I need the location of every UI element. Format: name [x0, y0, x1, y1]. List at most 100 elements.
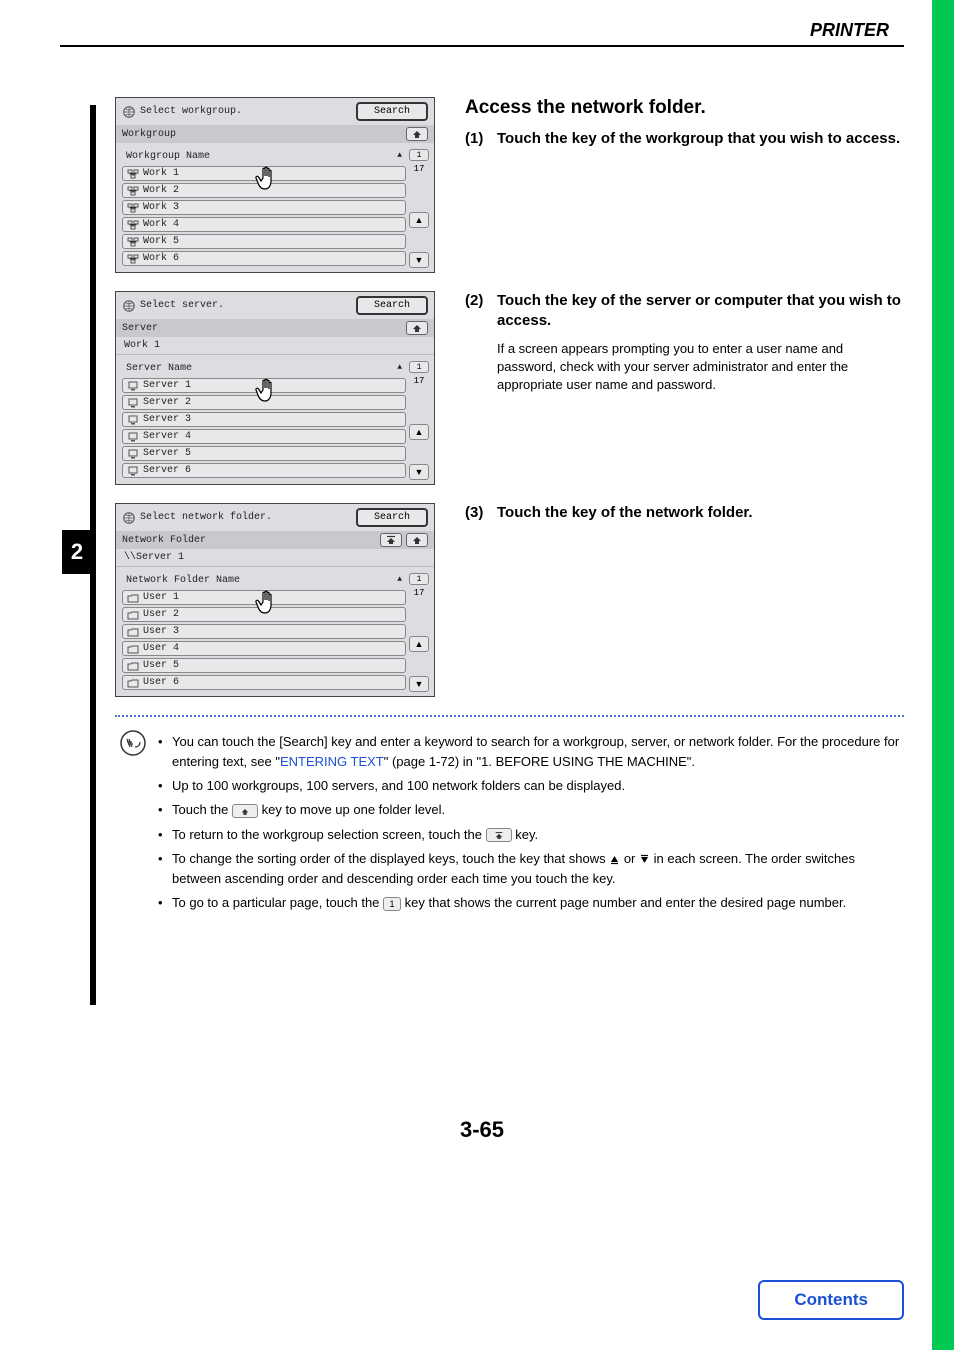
breadcrumb-path: Work 1 [116, 337, 434, 355]
page-total: 17 [414, 164, 425, 174]
up-top-button[interactable] [380, 533, 402, 547]
server-icon [127, 432, 139, 442]
scroll-down-button[interactable]: ▼ [409, 464, 429, 480]
scroll-up-button[interactable]: ▲ [409, 636, 429, 652]
folder-icon [127, 678, 139, 688]
vertical-bar [90, 105, 96, 1005]
search-button[interactable]: Search [356, 508, 428, 527]
list-item[interactable]: Server 2 [122, 395, 406, 410]
workgroup-screen: Select workgroup. Search Workgroup Workg… [115, 97, 435, 273]
item-label: User 6 [143, 677, 179, 688]
page-total: 17 [414, 376, 425, 386]
item-label: Work 1 [143, 168, 179, 179]
section-title: Access the network folder. [465, 97, 904, 119]
screen-title: Select network folder. [140, 512, 272, 523]
sort-asc-icon: ▲ [397, 151, 402, 162]
page-number-button[interactable]: 1 [409, 573, 429, 585]
list-item[interactable]: Server 5 [122, 446, 406, 461]
header-rule [60, 45, 904, 47]
list-item[interactable]: Server 3 [122, 412, 406, 427]
server-icon [127, 449, 139, 459]
workgroup-icon [127, 169, 139, 179]
search-button[interactable]: Search [356, 296, 428, 315]
list-item[interactable]: Server 6 [122, 463, 406, 478]
link-entering-text[interactable]: ENTERING TEXT [280, 754, 384, 769]
page-total: 17 [414, 588, 425, 598]
scroll-up-button[interactable]: ▲ [409, 424, 429, 440]
globe-icon [122, 105, 136, 119]
list-item[interactable]: Work 3 [122, 200, 406, 215]
step-number-tab: 2 [62, 530, 92, 574]
list-item[interactable]: User 1 [122, 590, 406, 605]
note-text: key. [512, 827, 539, 842]
breadcrumb-label: Workgroup [122, 129, 176, 140]
workgroup-icon [127, 237, 139, 247]
step-description: If a screen appears prompting you to ent… [497, 340, 904, 395]
up-button[interactable] [406, 533, 428, 547]
list-item[interactable]: User 6 [122, 675, 406, 690]
column-header[interactable]: Server Name [126, 363, 192, 374]
folder-icon [127, 593, 139, 603]
sort-asc-icon: ▲ [397, 363, 402, 374]
note-text: key to move up one folder level. [258, 802, 445, 817]
page-number: 3-65 [60, 1117, 904, 1143]
item-label: Work 6 [143, 253, 179, 264]
up-button[interactable] [406, 321, 428, 335]
list-item[interactable]: Server 4 [122, 429, 406, 444]
item-label: Server 4 [143, 431, 191, 442]
note-text: or [620, 851, 639, 866]
note-text: " (page 1-72) in "1. BEFORE USING THE MA… [384, 754, 695, 769]
server-icon [127, 398, 139, 408]
item-label: Server 3 [143, 414, 191, 425]
item-label: User 2 [143, 609, 179, 620]
item-label: User 3 [143, 626, 179, 637]
server-icon [127, 381, 139, 391]
page-number-icon: 1 [383, 897, 401, 911]
item-label: Server 6 [143, 465, 191, 476]
dotted-separator [115, 715, 904, 717]
item-label: Work 5 [143, 236, 179, 247]
list-item[interactable]: Work 1 [122, 166, 406, 181]
folder-icon [127, 661, 139, 671]
list-item[interactable]: User 2 [122, 607, 406, 622]
note-text: To go to a particular page, touch the [172, 895, 383, 910]
step-text: Touch the key of the network folder. [497, 503, 753, 523]
folder-screen: Select network folder. Search Network Fo… [115, 503, 435, 697]
note-icon [120, 730, 146, 756]
list-item[interactable]: Work 5 [122, 234, 406, 249]
workgroup-icon [127, 254, 139, 264]
list-item[interactable]: Work 2 [122, 183, 406, 198]
up-top-icon [486, 828, 512, 842]
workgroup-icon [127, 220, 139, 230]
item-label: User 4 [143, 643, 179, 654]
step-number: (1) [465, 129, 497, 149]
column-header[interactable]: Workgroup Name [126, 151, 210, 162]
list-item[interactable]: Work 6 [122, 251, 406, 266]
step-text: Touch the key of the workgroup that you … [497, 129, 900, 149]
contents-button[interactable]: Contents [758, 1280, 904, 1320]
list-item[interactable]: Work 4 [122, 217, 406, 232]
breadcrumb-label: Server [122, 323, 158, 334]
note-text: key that shows the current page number a… [405, 895, 847, 910]
note-text: To return to the workgroup selection scr… [172, 827, 486, 842]
screen-title: Select server. [140, 300, 224, 311]
page-number-button[interactable]: 1 [409, 149, 429, 161]
page-number-button[interactable]: 1 [409, 361, 429, 373]
server-icon [127, 466, 139, 476]
list-item[interactable]: User 3 [122, 624, 406, 639]
scroll-up-button[interactable]: ▲ [409, 212, 429, 228]
scroll-down-button[interactable]: ▼ [409, 252, 429, 268]
list-item[interactable]: User 4 [122, 641, 406, 656]
list-item[interactable]: User 5 [122, 658, 406, 673]
up-button[interactable] [406, 127, 428, 141]
item-label: Work 3 [143, 202, 179, 213]
column-header[interactable]: Network Folder Name [126, 575, 240, 586]
screen-title: Select workgroup. [140, 106, 242, 117]
server-icon [127, 415, 139, 425]
workgroup-icon [127, 203, 139, 213]
breadcrumb-path: \\Server 1 [116, 549, 434, 567]
search-button[interactable]: Search [356, 102, 428, 121]
scroll-down-button[interactable]: ▼ [409, 676, 429, 692]
list-item[interactable]: Server 1 [122, 378, 406, 393]
folder-icon [127, 644, 139, 654]
